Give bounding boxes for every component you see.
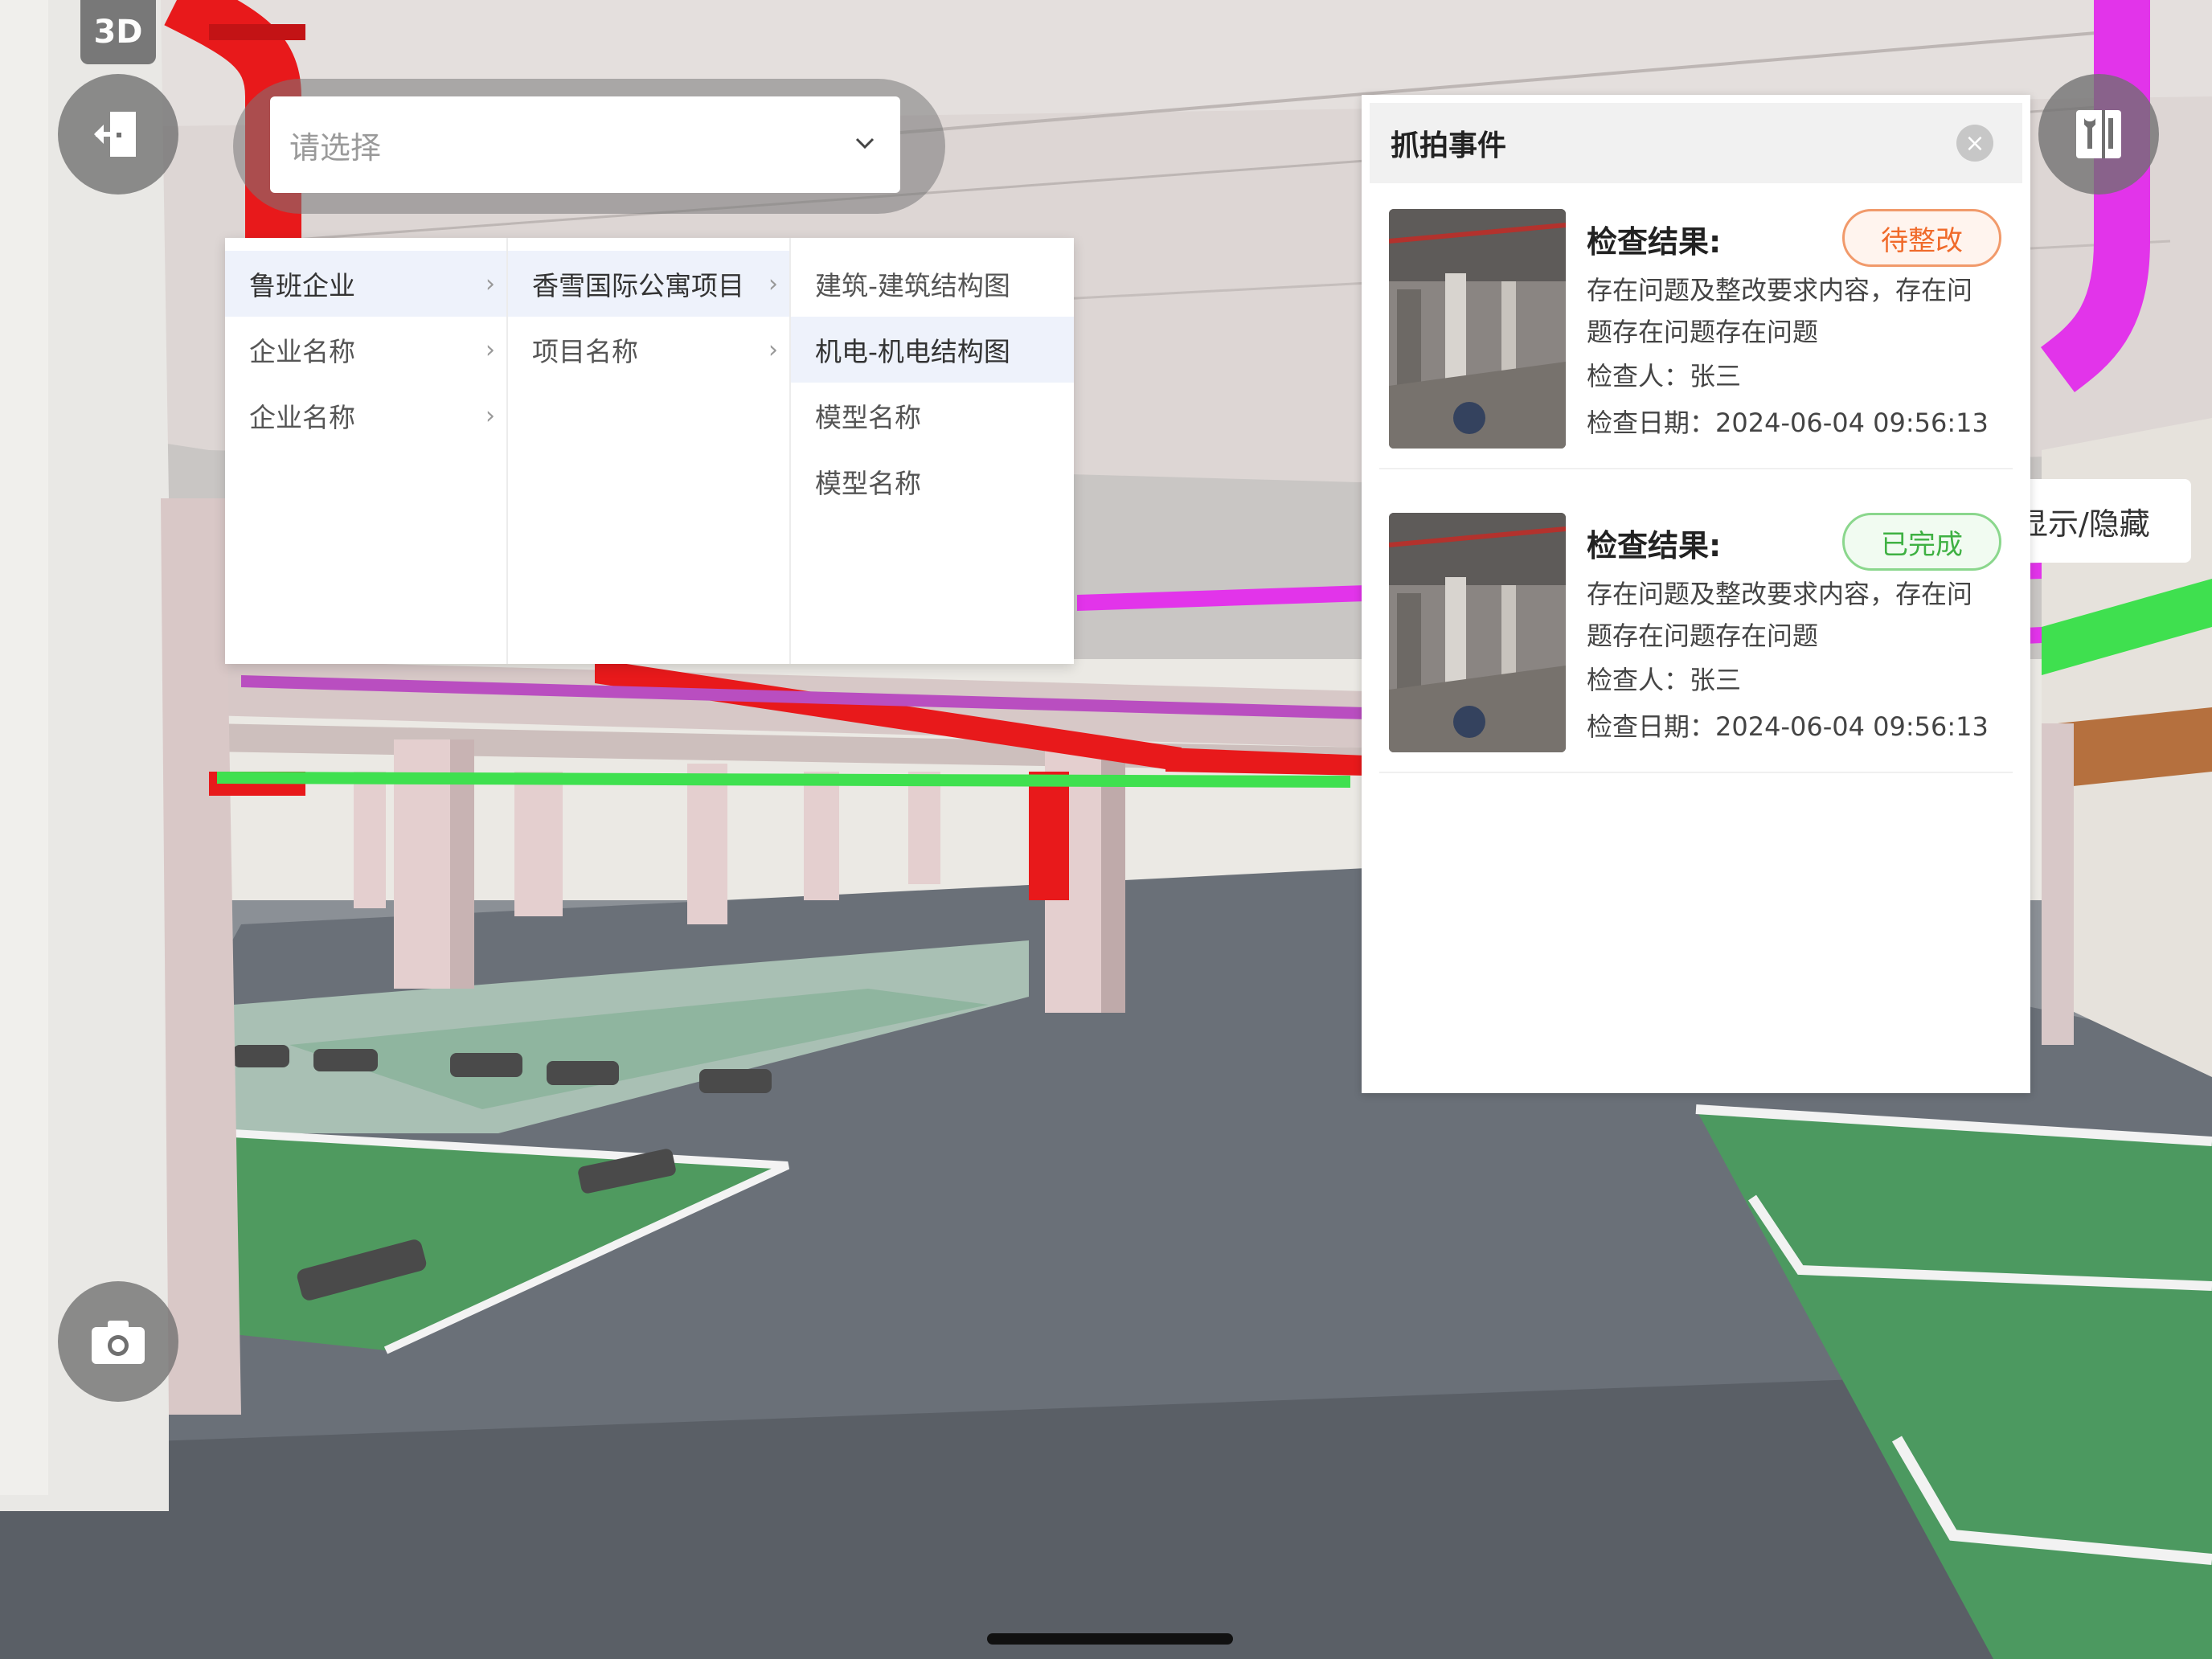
event-description: 存在问题及整改要求内容，存在问题存在问题存在问题 — [1587, 275, 1973, 347]
snapshot-events-panel: 抓拍事件 × 检查结果: 待整改 存在问题及整改要求内容，存在问题存在问题存在问… — [1362, 95, 2030, 1093]
chevron-right-icon: › — [768, 335, 778, 364]
cascader-option[interactable]: 机电-机电结构图 — [791, 317, 1074, 383]
close-icon[interactable]: × — [1956, 125, 1993, 162]
cascader-option[interactable]: 企业名称 › — [225, 383, 506, 449]
inspector: 检查人：张三 — [1587, 361, 1742, 391]
cascader-option[interactable]: 模型名称 — [791, 449, 1074, 514]
option-label: 模型名称 — [815, 402, 921, 433]
panel-header: 抓拍事件 × — [1370, 103, 2022, 183]
cascader-option[interactable]: 模型名称 — [791, 383, 1074, 449]
option-label: 企业名称 — [249, 402, 355, 433]
event-card[interactable]: 检查结果: 已完成 存在问题及整改要求内容，存在问题存在问题存在问题 检查人：张… — [1379, 494, 2013, 773]
cascader-column-model: 建筑-建筑结构图 机电-机电结构图 模型名称 模型名称 — [791, 238, 1074, 664]
cascader-option[interactable]: 鲁班企业 › — [225, 251, 506, 317]
cascader-option[interactable]: 企业名称 › — [225, 317, 506, 383]
view-mode-3d-badge[interactable]: 3D — [80, 0, 156, 64]
status-badge-pending: 待整改 — [1842, 209, 2001, 267]
inspector: 检查人：张三 — [1587, 665, 1742, 695]
event-card-body: 检查结果: 待整改 存在问题及整改要求内容，存在问题存在问题存在问题 检查人：张… — [1587, 209, 2001, 449]
option-label: 香雪国际公寓项目 — [532, 270, 744, 301]
tools-button[interactable] — [2038, 74, 2159, 195]
event-photo[interactable] — [1389, 209, 1566, 449]
cascader-option[interactable]: 项目名称 › — [508, 317, 789, 383]
option-label: 机电-机电结构图 — [815, 336, 1010, 367]
exit-button[interactable] — [58, 74, 178, 195]
chevron-right-icon: › — [485, 401, 495, 430]
event-card[interactable]: 检查结果: 待整改 存在问题及整改要求内容，存在问题存在问题存在问题 检查人：张… — [1379, 190, 2013, 469]
cascader-column-enterprise: 鲁班企业 › 企业名称 › 企业名称 › — [225, 238, 508, 664]
cascader-option[interactable]: 香雪国际公寓项目 › — [508, 251, 789, 317]
panel-title: 抓拍事件 — [1391, 129, 1507, 162]
show-hide-toggle[interactable]: 显示/隐藏 — [2030, 479, 2191, 563]
tools-icon — [2070, 105, 2128, 163]
cascader-column-project: 香雪国际公寓项目 › 项目名称 › — [508, 238, 791, 664]
event-photo[interactable] — [1389, 513, 1566, 752]
event-card-body: 检查结果: 已完成 存在问题及整改要求内容，存在问题存在问题存在问题 检查人：张… — [1587, 513, 2001, 752]
option-label: 模型名称 — [815, 468, 921, 499]
camera-icon — [90, 1317, 146, 1366]
status-badge-done: 已完成 — [1842, 513, 2001, 571]
option-label: 项目名称 — [532, 336, 638, 367]
chevron-right-icon: › — [485, 335, 495, 364]
show-hide-label: 显示/隐藏 — [2030, 506, 2150, 542]
inspection-date: 检查日期：2024-06-04 09:56:13 — [1587, 408, 1989, 438]
home-indicator[interactable] — [987, 1633, 1233, 1645]
cascader-option[interactable]: 建筑-建筑结构图 — [791, 251, 1074, 317]
chevron-down-icon — [849, 127, 881, 162]
model-select[interactable]: 请选择 — [270, 96, 900, 193]
select-placeholder: 请选择 — [289, 129, 382, 166]
cascader-dropdown: 鲁班企业 › 企业名称 › 企业名称 › 香雪国际公寓项目 › 项目名称 › 建筑-建筑结… — [225, 238, 1074, 664]
option-label: 企业名称 — [249, 336, 355, 367]
event-description: 存在问题及整改要求内容，存在问题存在问题存在问题 — [1587, 579, 1973, 651]
camera-button[interactable] — [58, 1281, 178, 1402]
option-label: 建筑-建筑结构图 — [815, 270, 1010, 301]
chevron-right-icon: › — [485, 269, 495, 298]
exit-door-icon — [89, 105, 147, 163]
inspection-date: 检查日期：2024-06-04 09:56:13 — [1587, 711, 1989, 742]
option-label: 鲁班企业 — [249, 270, 355, 301]
chevron-right-icon: › — [768, 269, 778, 298]
